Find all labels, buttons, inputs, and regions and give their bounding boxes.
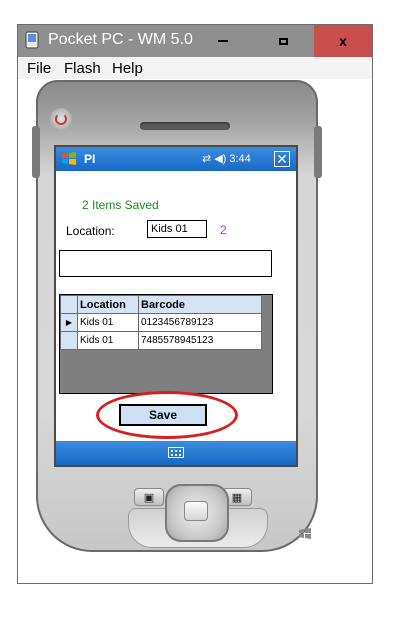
- dpad-center-button[interactable]: [184, 501, 208, 521]
- close-icon: x: [339, 33, 347, 49]
- save-button[interactable]: Save: [119, 404, 207, 426]
- row-header-corner: [60, 295, 78, 314]
- column-header-location[interactable]: Location: [77, 295, 139, 314]
- menu-bar: File Flash Help: [18, 57, 372, 79]
- minimize-button[interactable]: [194, 25, 252, 57]
- contacts-icon: ▣: [143, 491, 155, 504]
- volume-icon[interactable]: ◀): [214, 153, 226, 165]
- window-title: Pocket PC - WM 5.0: [48, 31, 193, 48]
- maximize-button[interactable]: [254, 25, 312, 57]
- system-tray: ⇄ ◀) 3:44: [202, 152, 254, 165]
- top-status-bar: PI ⇄ ◀) 3:44 ✕: [56, 147, 296, 171]
- cell-location[interactable]: Kids 01: [77, 331, 139, 350]
- cell-barcode[interactable]: 0123456789123: [138, 313, 262, 332]
- windows-flag-icon[interactable]: [60, 150, 78, 168]
- menu-help[interactable]: Help: [112, 60, 143, 77]
- app-close-button[interactable]: ✕: [274, 151, 290, 167]
- keyboard-icon[interactable]: [168, 447, 184, 458]
- soft-key-bar: [56, 441, 296, 465]
- power-icon: [55, 113, 67, 125]
- cell-barcode[interactable]: 7485578945123: [138, 331, 262, 350]
- device-app-icon: [25, 31, 39, 49]
- barcode-input[interactable]: [59, 250, 272, 277]
- device-screen: PI ⇄ ◀) 3:44 ✕ 2 Items Saved Location: Kid…: [54, 145, 298, 467]
- location-label: Location:: [66, 224, 115, 238]
- close-icon: ✕: [276, 150, 288, 167]
- grid-table: Location Barcode ▶ Kids 01 0123456789123…: [60, 295, 262, 350]
- table-row[interactable]: Kids 01 7485578945123: [60, 331, 262, 350]
- menu-flash[interactable]: Flash: [64, 60, 101, 77]
- column-header-barcode[interactable]: Barcode: [138, 295, 262, 314]
- table-row[interactable]: ▶ Kids 01 0123456789123: [60, 313, 262, 332]
- location-field[interactable]: Kids 01: [147, 220, 207, 238]
- items-saved-status: 2 Items Saved: [82, 198, 159, 212]
- row-header: [60, 331, 78, 350]
- app-title: PI: [84, 152, 96, 166]
- menu-file[interactable]: File: [27, 60, 51, 77]
- side-button-left[interactable]: [32, 126, 40, 178]
- windows-logo-icon: [299, 528, 311, 539]
- clock[interactable]: 3:44: [229, 153, 250, 165]
- minimize-icon: [218, 40, 228, 42]
- power-button[interactable]: [50, 108, 72, 130]
- items-grid[interactable]: Location Barcode ▶ Kids 01 0123456789123…: [59, 294, 273, 394]
- calendar-icon: ▦: [231, 491, 243, 504]
- close-button[interactable]: x: [314, 25, 372, 57]
- side-button-right[interactable]: [314, 126, 322, 178]
- grid-header-row: Location Barcode: [60, 295, 262, 314]
- current-row-indicator-icon: ▶: [60, 313, 78, 332]
- speaker-grille: [140, 122, 230, 130]
- cell-location[interactable]: Kids 01: [77, 313, 139, 332]
- connectivity-icon[interactable]: ⇄: [202, 153, 211, 165]
- title-bar: Pocket PC - WM 5.0 x: [18, 25, 372, 57]
- item-count: 2: [220, 223, 227, 237]
- maximize-icon: [278, 37, 288, 45]
- left-soft-button[interactable]: ▣: [134, 488, 164, 506]
